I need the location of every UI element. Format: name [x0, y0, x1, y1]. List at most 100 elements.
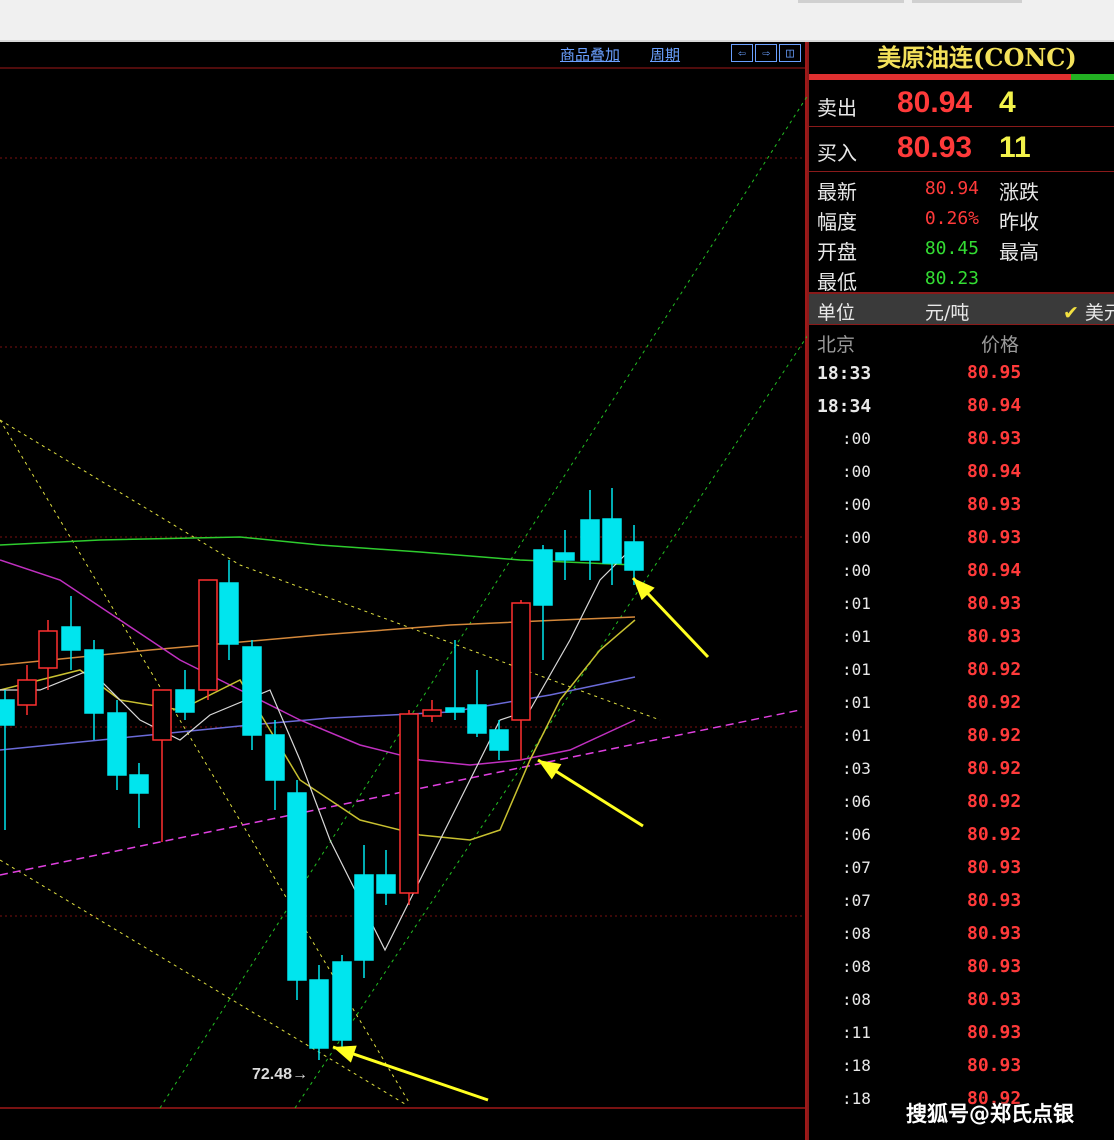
candle-body: [422, 709, 442, 717]
tick-row: :00 80.93: [809, 423, 1114, 456]
candle-body: [555, 552, 575, 561]
candle-body: [467, 704, 487, 734]
buy-label: 买入: [817, 141, 857, 165]
tick-row: :01 80.93: [809, 621, 1114, 654]
tick-price: 80.95: [967, 362, 1022, 383]
buy-price: 80.93: [897, 131, 973, 164]
tick-time: :08: [842, 957, 871, 976]
low-value: 80.23: [924, 268, 979, 289]
tick-time: :18: [842, 1089, 871, 1108]
channel-line: [294, 335, 807, 1109]
latest-label: 最新: [817, 180, 857, 204]
candle-body: [175, 689, 195, 713]
candle-body: [0, 699, 15, 726]
quote-panel: 美原油连(CONC) 卖出 80.94 4 买入 80.93 11 最新 80.…: [807, 42, 1114, 1140]
tick-row: :07 80.93: [809, 885, 1114, 918]
tick-time: :03: [842, 759, 871, 778]
candlestick-chart[interactable]: [0, 42, 807, 1140]
tick-time: :07: [842, 858, 871, 877]
latest-value: 80.94: [924, 178, 979, 199]
sell-label: 卖出: [817, 96, 857, 120]
tick-row: :06 80.92: [809, 819, 1114, 852]
tick-row: :07 80.93: [809, 852, 1114, 885]
scroll-right-button[interactable]: ⇨: [755, 44, 777, 62]
tick-time: :00: [842, 561, 871, 580]
tick-price: 80.93: [967, 1055, 1022, 1076]
tick-price: 80.93: [967, 989, 1022, 1010]
unit-value: 元/吨: [925, 302, 970, 324]
annotation-arrow-head: [333, 1045, 357, 1063]
tick-time: :01: [842, 693, 871, 712]
candle-body: [332, 961, 352, 1041]
tick-time: :06: [842, 825, 871, 844]
period-link[interactable]: 周期: [650, 44, 680, 65]
tick-price: 80.93: [967, 527, 1022, 548]
layout-button[interactable]: ◫: [779, 44, 801, 62]
tick-price: 80.93: [967, 494, 1022, 515]
window-tab[interactable]: [912, 0, 1022, 3]
tick-row: 18:33 80.95: [809, 357, 1114, 390]
buy-qty: 11: [999, 131, 1031, 164]
tick-time: :00: [842, 429, 871, 448]
annotation-arrow: [332, 1045, 489, 1102]
candle-body: [17, 679, 37, 706]
high-label: 最高: [999, 240, 1039, 264]
tick-price: 80.93: [967, 593, 1022, 614]
tick-time: :08: [842, 990, 871, 1009]
candle-body: [61, 626, 81, 651]
tick-time: :18: [842, 1056, 871, 1075]
tick-row: :00 80.93: [809, 522, 1114, 555]
tick-time: :01: [842, 594, 871, 613]
candle-body: [580, 519, 600, 561]
tick-time: :00: [842, 462, 871, 481]
tick-price: 80.93: [967, 923, 1022, 944]
tick-price: 80.92: [967, 824, 1022, 845]
tick-list[interactable]: 18:33 80.95 18:34 80.94:00 80.93:00 80.94:00 8…: [809, 357, 1114, 1116]
candle-body: [376, 874, 396, 894]
tick-time: :07: [842, 891, 871, 910]
tick-price: 80.92: [967, 758, 1022, 779]
annotation-arrow-head: [538, 760, 562, 780]
chart-nav-buttons: ⇦ ⇨ ◫: [731, 44, 801, 62]
scroll-left-button[interactable]: ⇦: [731, 44, 753, 62]
tick-time: :00: [842, 528, 871, 547]
tick-price: 80.92: [967, 725, 1022, 746]
candle-body: [84, 649, 104, 714]
tick-row: :06 80.92: [809, 786, 1114, 819]
tick-row: :08 80.93: [809, 951, 1114, 984]
candle-body: [265, 734, 285, 781]
sell-qty: 4: [999, 86, 1016, 119]
candle-body: [287, 792, 307, 981]
candle-body: [624, 541, 644, 571]
candle-body: [219, 582, 239, 645]
tick-time: :06: [842, 792, 871, 811]
tick-price: 80.93: [967, 956, 1022, 977]
overlay-link[interactable]: 商品叠加: [560, 44, 620, 65]
low-price-label: 72.48→: [252, 1066, 308, 1084]
prev-close-label: 昨收: [999, 210, 1039, 234]
chart-canvas[interactable]: [0, 42, 807, 1140]
candle-body: [602, 518, 622, 564]
sell-price: 80.94: [897, 86, 973, 119]
buy-ratio: [1071, 74, 1114, 80]
price-column-header: 价格: [981, 334, 1020, 356]
tick-price: 80.94: [967, 395, 1022, 416]
instrument-title: 美原油连(CONC): [877, 43, 1077, 72]
amplitude-label: 幅度: [817, 210, 857, 234]
tick-price: 80.92: [967, 659, 1022, 680]
tick-price: 80.93: [967, 857, 1022, 878]
currency-toggle[interactable]: ✔美元: [1063, 298, 1114, 325]
tick-time: 18:34: [817, 396, 872, 417]
tick-row: :00 80.93: [809, 489, 1114, 522]
tick-price: 80.92: [967, 791, 1022, 812]
tick-price: 80.93: [967, 1022, 1022, 1043]
time-column-header: 北京: [817, 334, 856, 356]
sell-row: 卖出 80.94 4: [809, 82, 1114, 127]
window-tab[interactable]: [798, 0, 904, 3]
tick-row: :08 80.93: [809, 918, 1114, 951]
tick-time: :08: [842, 924, 871, 943]
window-top-bar: [0, 0, 1114, 42]
candle-body: [107, 712, 127, 776]
low-label: 最低: [817, 270, 857, 294]
candle-body: [489, 729, 509, 751]
